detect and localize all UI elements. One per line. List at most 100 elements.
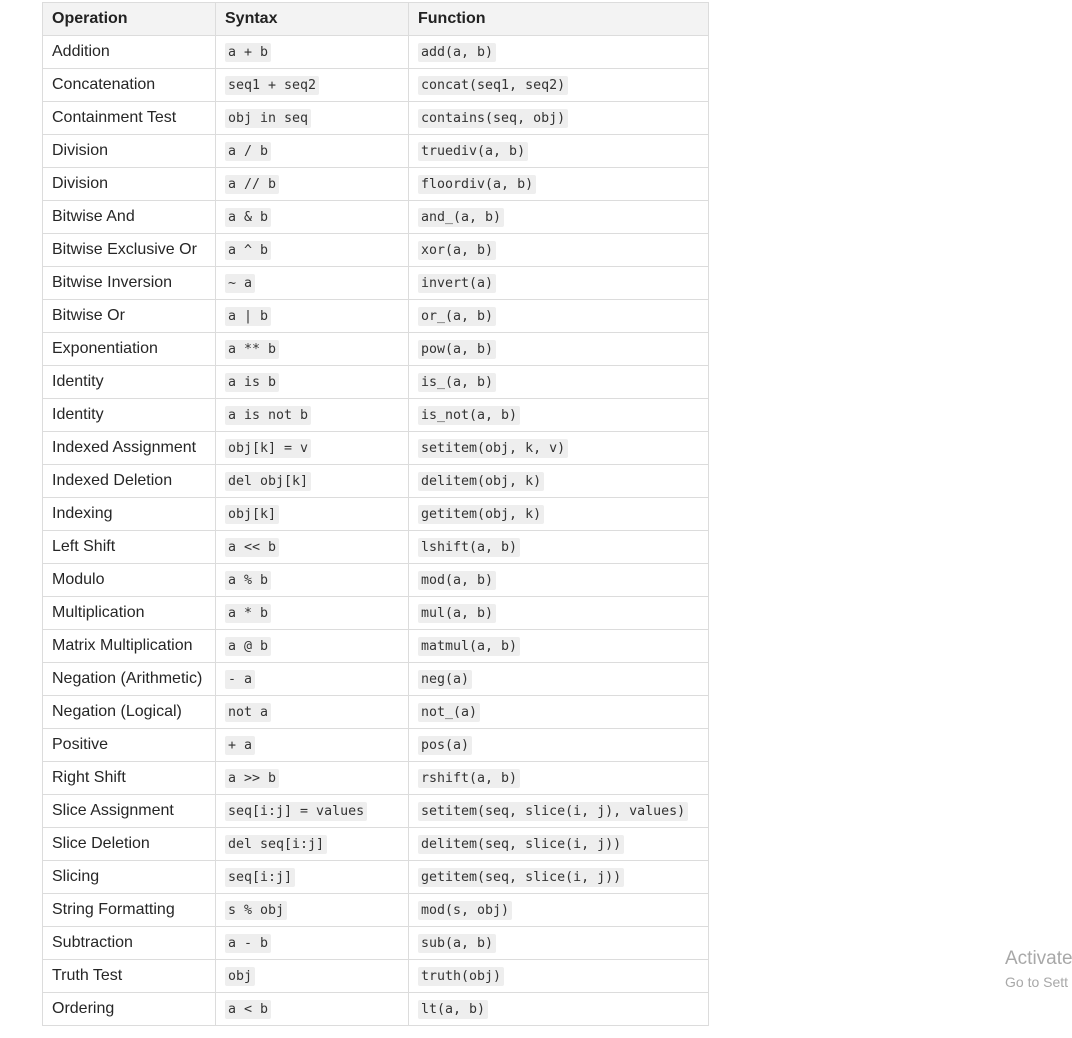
table-row: Indexed Assignment obj[k] = v setitem(obj,…: [42, 431, 709, 465]
activation-watermark: Activate Go to Sett: [1005, 947, 1072, 991]
syntax-code: obj[k]: [225, 505, 280, 524]
syntax-cell: a ^ b: [215, 233, 409, 267]
syntax-cell: del seq[i:j]: [215, 827, 409, 861]
function-cell: delitem(seq, slice(i, j)): [408, 827, 709, 861]
function-cell: sub(a, b): [408, 926, 709, 960]
operation-cell: String Formatting: [42, 893, 216, 927]
syntax-code: del obj[k]: [225, 472, 312, 491]
syntax-code: a | b: [225, 307, 272, 326]
table-row: Bitwise Or a | b or_(a, b): [42, 299, 709, 333]
function-cell: invert(a): [408, 266, 709, 300]
function-cell: mod(s, obj): [408, 893, 709, 927]
function-cell: or_(a, b): [408, 299, 709, 333]
syntax-cell: not a: [215, 695, 409, 729]
syntax-code: del seq[i:j]: [225, 835, 328, 854]
syntax-code: seq1 + seq2: [225, 76, 320, 95]
function-code: sub(a, b): [418, 934, 497, 953]
syntax-cell: a >> b: [215, 761, 409, 795]
syntax-code: a @ b: [225, 637, 272, 656]
function-code: truth(obj): [418, 967, 505, 986]
syntax-cell: a & b: [215, 200, 409, 234]
function-code: pos(a): [418, 736, 473, 755]
function-code: is_(a, b): [418, 373, 497, 392]
syntax-code: a & b: [225, 208, 272, 227]
table-header-row: Operation Syntax Function: [42, 2, 709, 36]
syntax-cell: a @ b: [215, 629, 409, 663]
syntax-cell: obj in seq: [215, 101, 409, 135]
table-row: Left Shift a << b lshift(a, b): [42, 530, 709, 564]
function-code: invert(a): [418, 274, 497, 293]
function-code: xor(a, b): [418, 241, 497, 260]
operation-cell: Division: [42, 167, 216, 201]
syntax-code: not a: [225, 703, 272, 722]
function-cell: contains(seq, obj): [408, 101, 709, 135]
syntax-cell: a | b: [215, 299, 409, 333]
function-cell: getitem(seq, slice(i, j)): [408, 860, 709, 894]
function-cell: floordiv(a, b): [408, 167, 709, 201]
watermark-subtitle: Go to Sett: [1005, 974, 1069, 990]
operation-cell: Slice Assignment: [42, 794, 216, 828]
operation-cell: Right Shift: [42, 761, 216, 795]
syntax-cell: - a: [215, 662, 409, 696]
table-row: Bitwise Exclusive Or a ^ b xor(a, b): [42, 233, 709, 267]
syntax-cell: a // b: [215, 167, 409, 201]
syntax-code: a << b: [225, 538, 280, 557]
function-code: rshift(a, b): [418, 769, 521, 788]
syntax-code: s % obj: [225, 901, 288, 920]
function-cell: delitem(obj, k): [408, 464, 709, 498]
function-cell: rshift(a, b): [408, 761, 709, 795]
function-code: getitem(obj, k): [418, 505, 545, 524]
function-cell: add(a, b): [408, 35, 709, 69]
function-code: mul(a, b): [418, 604, 497, 623]
function-cell: concat(seq1, seq2): [408, 68, 709, 102]
table-row: Indexing obj[k] getitem(obj, k): [42, 497, 709, 531]
syntax-code: + a: [225, 736, 256, 755]
syntax-cell: a * b: [215, 596, 409, 630]
header-operation: Operation: [42, 2, 216, 36]
operation-cell: Identity: [42, 365, 216, 399]
function-cell: truth(obj): [408, 959, 709, 993]
header-syntax: Syntax: [215, 2, 409, 36]
function-cell: matmul(a, b): [408, 629, 709, 663]
table-row: Positive + a pos(a): [42, 728, 709, 762]
header-function: Function: [408, 2, 709, 36]
operation-cell: Containment Test: [42, 101, 216, 135]
syntax-code: a >> b: [225, 769, 280, 788]
function-code: mod(a, b): [418, 571, 497, 590]
table-row: Modulo a % b mod(a, b): [42, 563, 709, 597]
table-row: Bitwise And a & b and_(a, b): [42, 200, 709, 234]
operation-cell: Matrix Multiplication: [42, 629, 216, 663]
operators-table: Operation Syntax Function Addition a + b a…: [42, 2, 709, 1026]
operators-table-container: Operation Syntax Function Addition a + b a…: [42, 2, 709, 1026]
operation-cell: Positive: [42, 728, 216, 762]
operation-cell: Ordering: [42, 992, 216, 1026]
table-row: Negation (Logical) not a not_(a): [42, 695, 709, 729]
syntax-code: seq[i:j]: [225, 868, 296, 887]
syntax-code: seq[i:j] = values: [225, 802, 368, 821]
function-cell: is_(a, b): [408, 365, 709, 399]
operation-cell: Truth Test: [42, 959, 216, 993]
syntax-cell: obj[k]: [215, 497, 409, 531]
operation-cell: Indexed Assignment: [42, 431, 216, 465]
syntax-code: a + b: [225, 43, 272, 62]
syntax-cell: a < b: [215, 992, 409, 1026]
function-code: truediv(a, b): [418, 142, 529, 161]
operation-cell: Modulo: [42, 563, 216, 597]
function-cell: neg(a): [408, 662, 709, 696]
syntax-code: obj: [225, 967, 256, 986]
syntax-cell: ~ a: [215, 266, 409, 300]
syntax-cell: obj: [215, 959, 409, 993]
operation-cell: Bitwise Exclusive Or: [42, 233, 216, 267]
operation-cell: Bitwise Inversion: [42, 266, 216, 300]
operation-cell: Bitwise And: [42, 200, 216, 234]
function-cell: pos(a): [408, 728, 709, 762]
function-code: or_(a, b): [418, 307, 497, 326]
syntax-code: obj[k] = v: [225, 439, 312, 458]
syntax-cell: a << b: [215, 530, 409, 564]
function-cell: lshift(a, b): [408, 530, 709, 564]
syntax-cell: s % obj: [215, 893, 409, 927]
syntax-code: ~ a: [225, 274, 256, 293]
operation-cell: Exponentiation: [42, 332, 216, 366]
function-cell: is_not(a, b): [408, 398, 709, 432]
function-cell: pow(a, b): [408, 332, 709, 366]
